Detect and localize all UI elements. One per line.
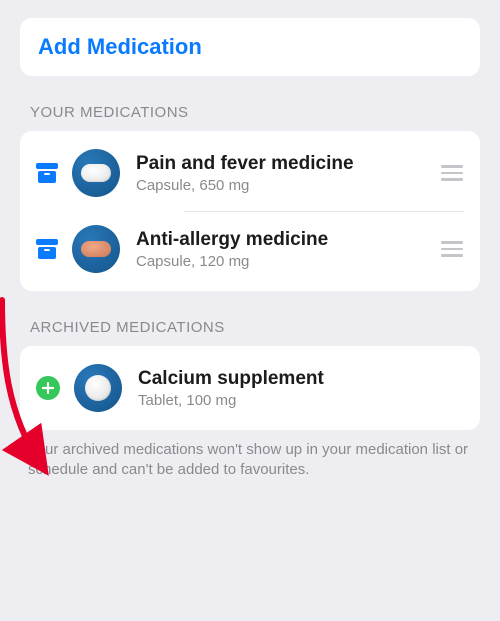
drag-handle-icon[interactable] xyxy=(440,241,464,257)
archived-medications-list: Calcium supplement Tablet, 100 mg xyxy=(20,346,480,430)
your-medications-header: YOUR MEDICATIONS xyxy=(30,104,470,121)
medication-pill-icon xyxy=(74,364,122,412)
archived-medication-row[interactable]: Calcium supplement Tablet, 100 mg xyxy=(20,350,480,426)
medication-desc: Capsule, 650 mg xyxy=(136,177,430,194)
medication-desc: Tablet, 100 mg xyxy=(138,392,464,409)
archived-medications-header: ARCHIVED MEDICATIONS xyxy=(30,319,470,336)
archive-icon[interactable] xyxy=(36,163,58,183)
medication-name: Anti-allergy medicine xyxy=(136,228,430,252)
medication-pill-icon xyxy=(72,225,120,273)
archived-footer-note: Your archived medications won't show up … xyxy=(28,440,472,481)
medication-desc: Capsule, 120 mg xyxy=(136,253,430,270)
add-medication-card[interactable]: Add Medication xyxy=(20,18,480,76)
medication-row[interactable]: Pain and fever medicine Capsule, 650 mg xyxy=(20,135,480,211)
medication-text: Calcium supplement Tablet, 100 mg xyxy=(138,367,464,410)
add-medication-title: Add Medication xyxy=(38,34,462,60)
drag-handle-icon[interactable] xyxy=(440,165,464,181)
medication-row[interactable]: Anti-allergy medicine Capsule, 120 mg xyxy=(20,211,480,287)
archive-icon[interactable] xyxy=(36,239,58,259)
medication-text: Anti-allergy medicine Capsule, 120 mg xyxy=(136,228,430,271)
medication-text: Pain and fever medicine Capsule, 650 mg xyxy=(136,152,430,195)
medication-pill-icon xyxy=(72,149,120,197)
medication-name: Calcium supplement xyxy=(138,367,464,391)
medication-name: Pain and fever medicine xyxy=(136,152,430,176)
your-medications-list: Pain and fever medicine Capsule, 650 mg … xyxy=(20,131,480,291)
unarchive-add-icon[interactable] xyxy=(36,376,60,400)
